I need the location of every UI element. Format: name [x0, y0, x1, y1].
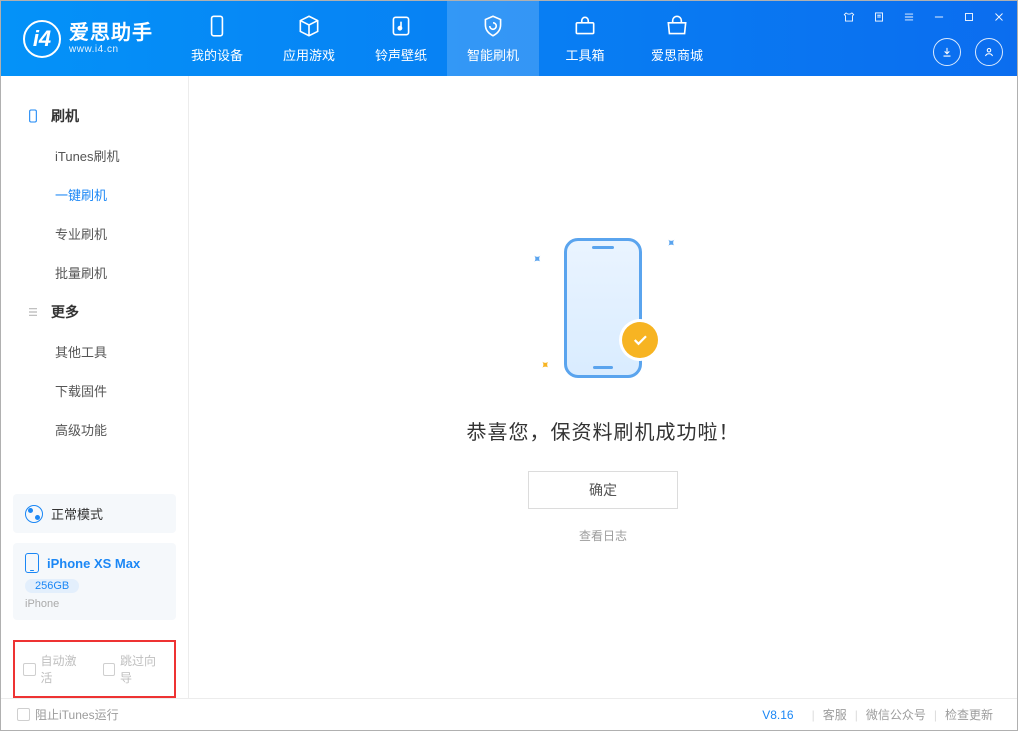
sidebar-item-oneclick-flash[interactable]: 一键刷机	[1, 175, 188, 214]
device-capacity-badge: 256GB	[25, 579, 79, 593]
header-actions	[933, 38, 1003, 66]
nav-label: 工具箱	[565, 45, 604, 64]
checkbox-skip-guide[interactable]: 跳过向导	[103, 652, 167, 686]
sidebar-item-other-tools[interactable]: 其他工具	[1, 332, 188, 371]
nav-label: 应用游戏	[283, 45, 335, 64]
ok-button[interactable]: 确定	[528, 471, 678, 509]
checkbox-label: 跳过向导	[120, 652, 166, 686]
checkbox-box-icon	[103, 663, 116, 676]
nav-smart-flash[interactable]: 智能刷机	[447, 1, 539, 76]
footer-link-update[interactable]: 检查更新	[937, 706, 1001, 723]
nav-label: 爱思商城	[651, 45, 703, 64]
logo[interactable]: i4 爱思助手 www.i4.cn	[1, 1, 171, 76]
logo-title: 爱思助手	[69, 22, 153, 44]
flash-options-row: 自动激活 跳过向导	[13, 640, 176, 698]
sparkle-icon: ✦	[537, 356, 554, 373]
download-icon[interactable]	[933, 38, 961, 66]
nav-label: 铃声壁纸	[375, 45, 427, 64]
close-icon[interactable]	[989, 7, 1009, 27]
phone-outline-icon	[25, 108, 41, 124]
window-controls	[839, 7, 1009, 27]
device-type: iPhone	[25, 598, 164, 610]
mode-card[interactable]: 正常模式	[13, 494, 176, 533]
checkbox-label: 自动激活	[41, 652, 87, 686]
group-label: 更多	[51, 302, 79, 322]
sidebar-item-advanced[interactable]: 高级功能	[1, 410, 188, 449]
menu-icon[interactable]	[899, 7, 919, 27]
view-log-link[interactable]: 查看日志	[579, 527, 627, 544]
success-illustration: ✦ ✦ ✦	[538, 230, 668, 390]
top-nav: 我的设备 应用游戏 铃声壁纸 智能刷机 工具箱 爱思商城	[171, 1, 723, 76]
nav-store[interactable]: 爱思商城	[631, 1, 723, 76]
tshirt-icon[interactable]	[839, 7, 859, 27]
phone-illustration-icon	[564, 238, 642, 378]
list-icon	[25, 304, 41, 320]
sidebar-group-flash[interactable]: 刷机	[1, 96, 188, 136]
user-icon[interactable]	[975, 38, 1003, 66]
group-label: 刷机	[51, 106, 79, 126]
sidebar-group-more[interactable]: 更多	[1, 292, 188, 332]
checkbox-label: 阻止iTunes运行	[35, 706, 119, 723]
main-content: ✦ ✦ ✦ 恭喜您，保资料刷机成功啦！ 确定 查看日志	[189, 76, 1017, 698]
store-icon	[664, 13, 690, 39]
nav-label: 我的设备	[191, 45, 243, 64]
checkbox-auto-activate[interactable]: 自动激活	[23, 652, 87, 686]
nav-label: 智能刷机	[467, 45, 519, 64]
music-icon	[388, 13, 414, 39]
sidebar-item-pro-flash[interactable]: 专业刷机	[1, 214, 188, 253]
sidebar-item-itunes-flash[interactable]: iTunes刷机	[1, 136, 188, 175]
mode-icon	[25, 505, 43, 523]
device-name: iPhone XS Max	[47, 556, 140, 571]
mode-label: 正常模式	[51, 504, 103, 523]
toolbox-icon	[572, 13, 598, 39]
nav-apps-games[interactable]: 应用游戏	[263, 1, 355, 76]
nav-ringtone-wallpaper[interactable]: 铃声壁纸	[355, 1, 447, 76]
note-icon[interactable]	[869, 7, 889, 27]
sparkle-icon: ✦	[529, 250, 546, 267]
status-bar: 阻止iTunes运行 V8.16 | 客服 | 微信公众号 | 检查更新	[1, 698, 1017, 730]
checkbox-block-itunes[interactable]: 阻止iTunes运行	[17, 706, 119, 723]
app-header: i4 爱思助手 www.i4.cn 我的设备 应用游戏 铃声壁纸 智能刷机 工具…	[1, 1, 1017, 76]
minimize-icon[interactable]	[929, 7, 949, 27]
footer-link-service[interactable]: 客服	[815, 706, 855, 723]
checkbox-box-icon	[23, 663, 36, 676]
check-badge-icon	[622, 322, 658, 358]
logo-subtitle: www.i4.cn	[69, 44, 153, 55]
nav-my-device[interactable]: 我的设备	[171, 1, 263, 76]
logo-icon: i4	[23, 20, 61, 58]
success-message: 恭喜您，保资料刷机成功啦！	[467, 416, 740, 445]
checkbox-box-icon	[17, 708, 30, 721]
sidebar: 刷机 iTunes刷机 一键刷机 专业刷机 批量刷机 更多 其他工具 下载固件 …	[1, 76, 189, 698]
refresh-shield-icon	[480, 13, 506, 39]
maximize-icon[interactable]	[959, 7, 979, 27]
sidebar-item-batch-flash[interactable]: 批量刷机	[1, 253, 188, 292]
sparkle-icon: ✦	[662, 234, 679, 251]
version-label[interactable]: V8.16	[762, 708, 793, 722]
footer-link-wechat[interactable]: 微信公众号	[858, 706, 934, 723]
phone-icon	[204, 13, 230, 39]
device-card[interactable]: iPhone XS Max 256GB iPhone	[13, 543, 176, 620]
device-icon	[25, 553, 39, 573]
sidebar-item-download-firmware[interactable]: 下载固件	[1, 371, 188, 410]
cube-icon	[296, 13, 322, 39]
nav-toolbox[interactable]: 工具箱	[539, 1, 631, 76]
